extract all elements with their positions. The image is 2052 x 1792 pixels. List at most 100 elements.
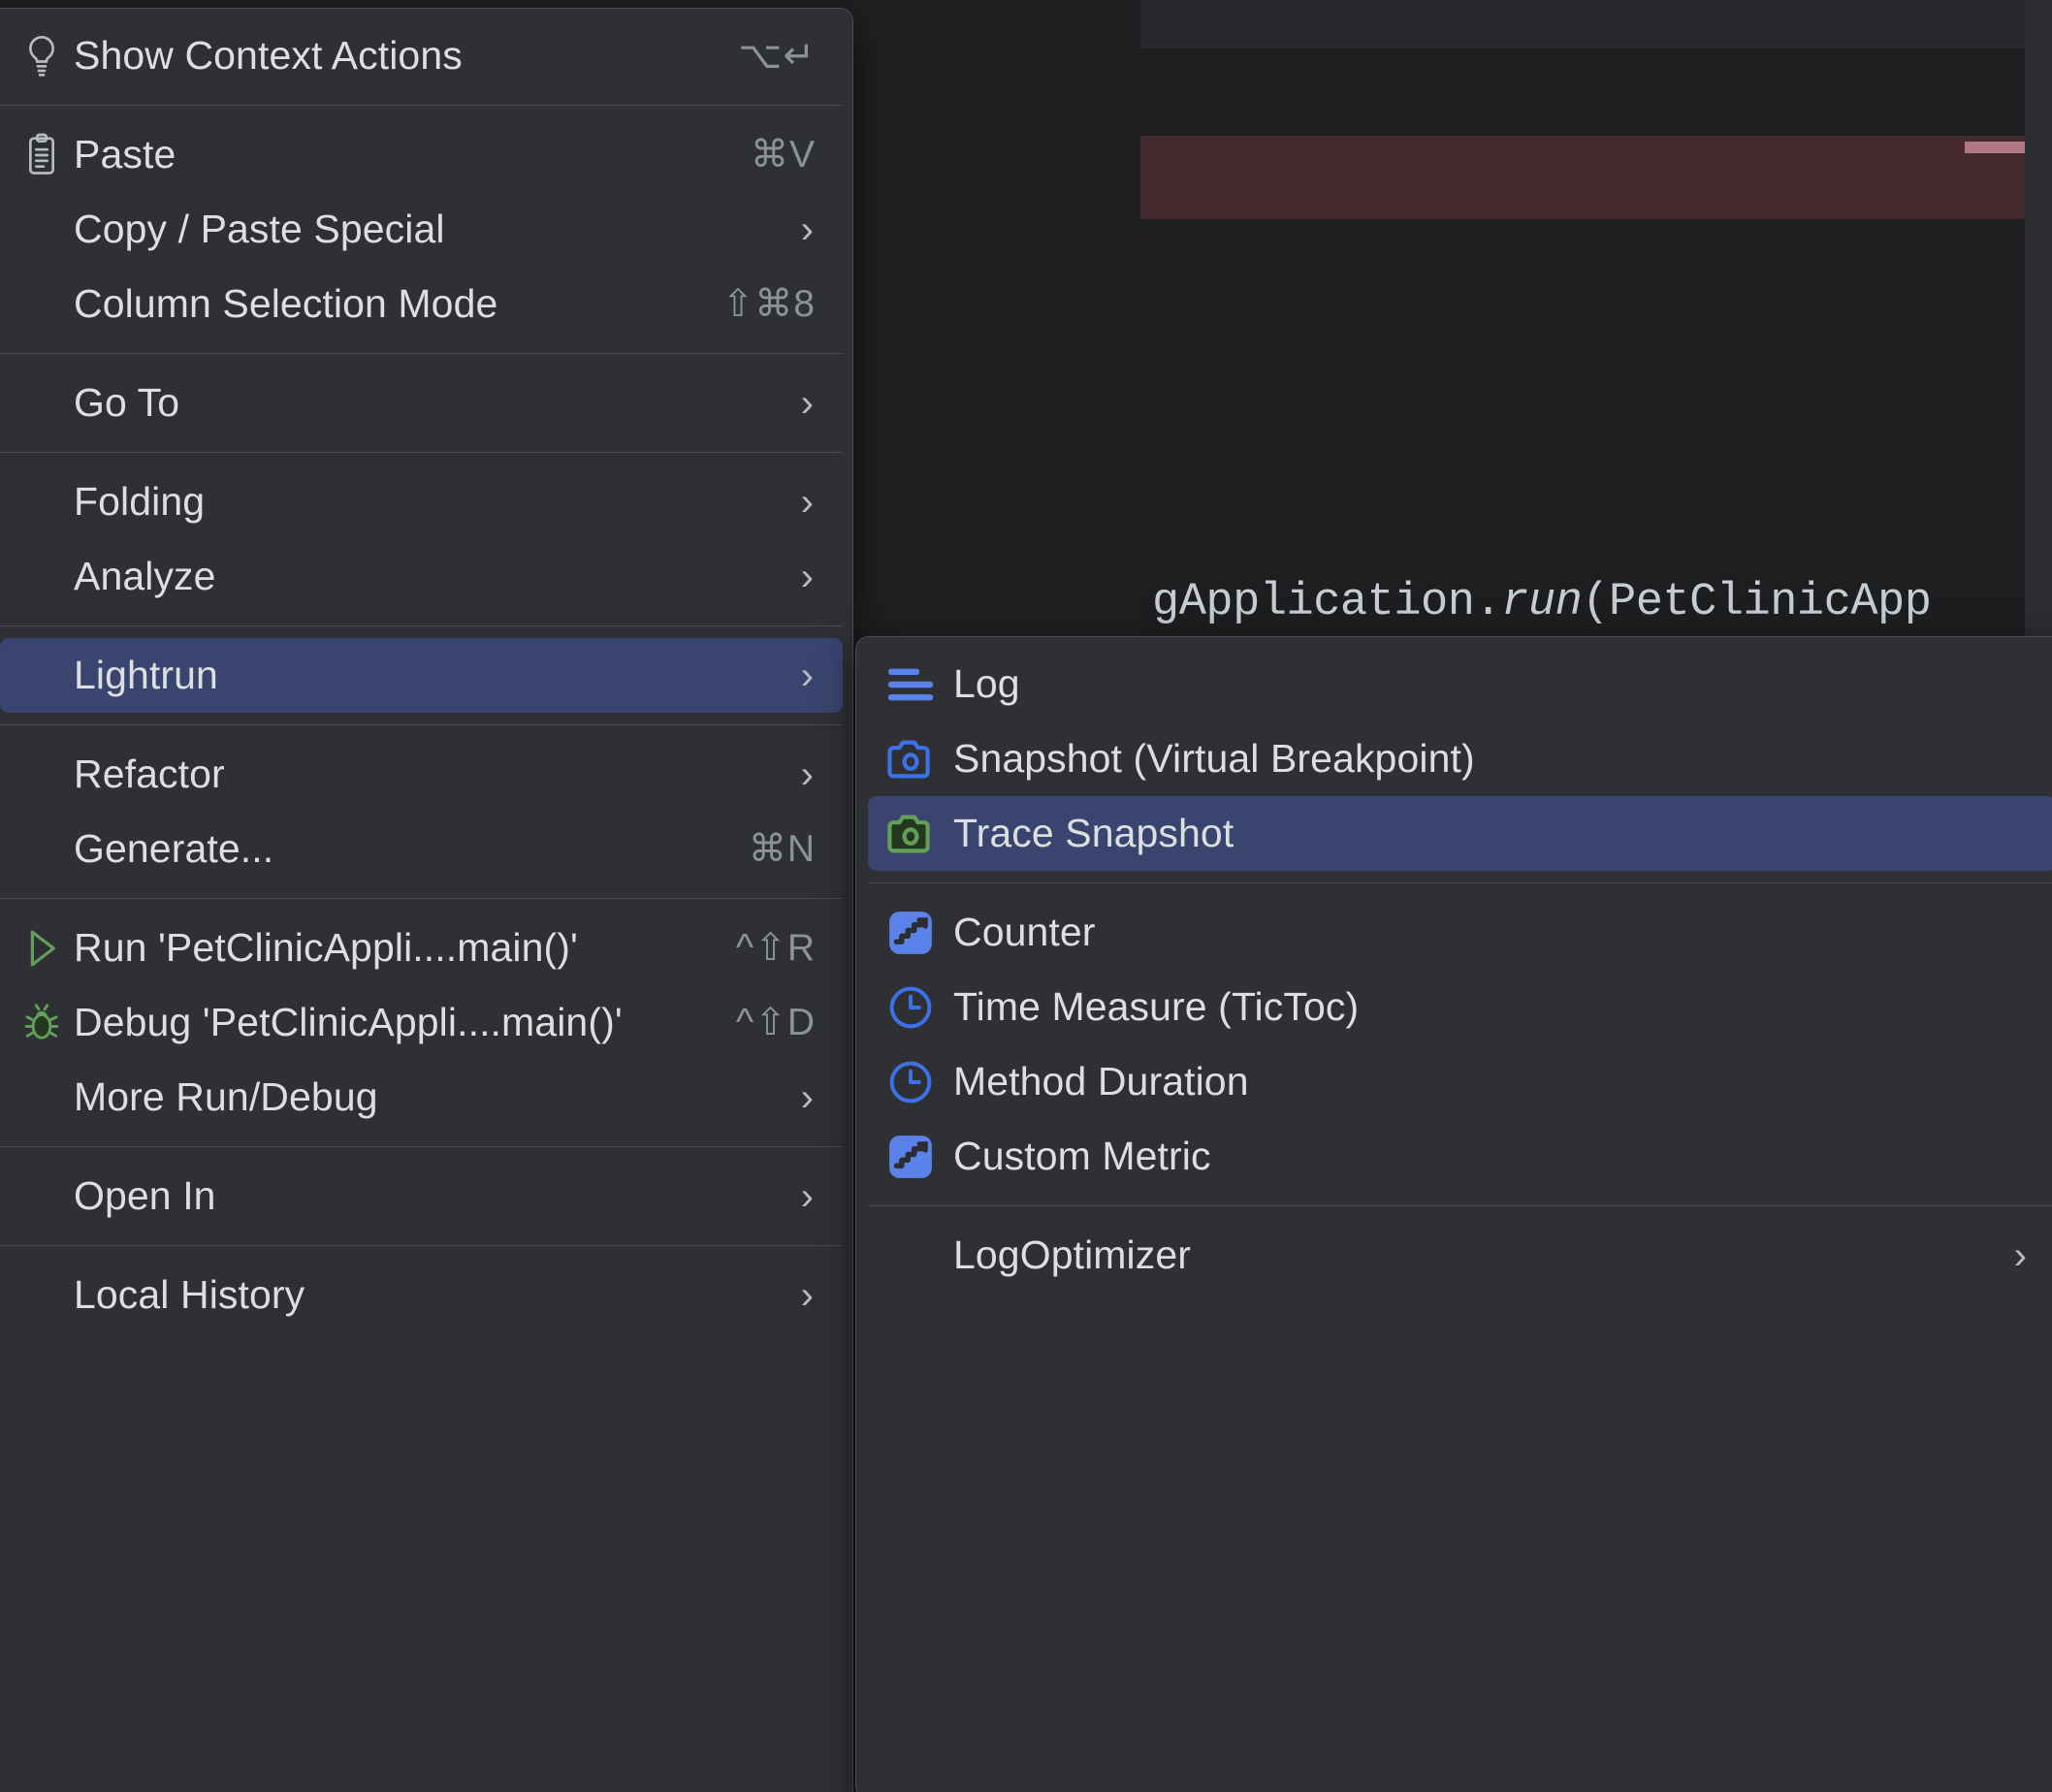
counter-metric-icon	[882, 1131, 940, 1183]
chevron-right-icon: ›	[801, 755, 821, 794]
no-icon	[16, 650, 68, 702]
menu-item-shortcut: ⌘V	[751, 133, 821, 176]
menu-item-snapshot-virtual-breakpoint[interactable]: Snapshot (Virtual Breakpoint)	[868, 721, 2052, 796]
menu-item-label: Snapshot (Virtual Breakpoint)	[953, 736, 1475, 782]
chevron-right-icon: ›	[801, 1177, 821, 1216]
menu-item-label: Log	[953, 661, 1020, 707]
chevron-right-icon: ›	[801, 1276, 821, 1315]
chevron-right-icon: ›	[801, 1078, 821, 1117]
clock-icon	[882, 981, 940, 1034]
menu-item-label: Go To	[74, 380, 179, 426]
menu-item-counter[interactable]: Counter	[868, 895, 2052, 970]
menu-item-label: Show Context Actions	[74, 33, 463, 79]
no-icon	[16, 476, 68, 528]
chevron-right-icon: ›	[801, 384, 821, 423]
menu-item-debug-petclinicappli-main[interactable]: Debug 'PetClinicAppli....main()' ^⇧D	[0, 985, 843, 1060]
menu-separator	[0, 625, 843, 626]
menu-item-label: Trace Snapshot	[953, 811, 1234, 856]
chevron-right-icon: ›	[801, 210, 821, 249]
menu-item-folding[interactable]: Folding ›	[0, 464, 843, 539]
menu-separator	[868, 1205, 2052, 1206]
menu-item-label: Generate...	[74, 826, 273, 872]
chevron-right-icon: ›	[801, 483, 821, 522]
menu-item-more-run-debug[interactable]: More Run/Debug ›	[0, 1060, 843, 1135]
code-suffix: (PetClinicApp	[1582, 577, 1931, 628]
menu-item-run-petclinicappli-main[interactable]: Run 'PetClinicAppli....main()' ^⇧R	[0, 911, 843, 985]
editor-error-line-highlight	[1140, 136, 2052, 219]
menu-separator	[0, 353, 843, 354]
menu-item-shortcut: ⌘N	[749, 827, 821, 871]
code-prefix: gApplication.	[1152, 577, 1501, 628]
menu-item-go-to[interactable]: Go To ›	[0, 366, 843, 440]
no-icon	[16, 551, 68, 603]
clock-icon	[882, 1056, 940, 1108]
menu-item-label: Local History	[74, 1272, 305, 1318]
menu-separator	[0, 724, 843, 725]
menu-item-logoptimizer[interactable]: LogOptimizer ›	[868, 1218, 2052, 1293]
menu-item-label: Counter	[953, 910, 1096, 955]
menu-item-label: Paste	[74, 132, 176, 177]
menu-item-analyze[interactable]: Analyze›	[0, 539, 843, 614]
camera-blue-icon	[882, 733, 940, 785]
menu-item-label: Method Duration	[953, 1059, 1249, 1104]
menu-item-label: Column Selection Mode	[74, 281, 497, 327]
menu-item-time-measure-tictoc[interactable]: Time Measure (TicToc)	[868, 970, 2052, 1044]
no-icon	[16, 278, 68, 331]
menu-item-paste[interactable]: Paste ⌘V	[0, 117, 843, 192]
menu-item-show-context-actions[interactable]: Show Context Actions ⌥↵	[0, 18, 843, 93]
debug-bug-icon	[16, 997, 68, 1049]
menu-item-lightrun[interactable]: Lightrun ›	[0, 638, 843, 713]
lightrun-submenu[interactable]: Log Snapshot (Virtual Breakpoint) Trace Sn…	[855, 636, 2052, 1792]
menu-item-label: Lightrun	[74, 653, 218, 698]
menu-item-label: Refactor	[74, 752, 225, 797]
menu-item-column-selection-mode[interactable]: Column Selection Mode ⇧⌘8	[0, 267, 843, 341]
clipboard-icon	[16, 129, 68, 181]
menu-item-copy-paste-special[interactable]: Copy / Paste Special ›	[0, 192, 843, 267]
menu-item-local-history[interactable]: Local History ›	[0, 1258, 843, 1332]
menu-item-refactor[interactable]: Refactor ›	[0, 737, 843, 812]
menu-item-label: Copy / Paste Special	[74, 207, 445, 252]
menu-item-label: Run 'PetClinicAppli....main()'	[74, 925, 578, 971]
menu-item-method-duration[interactable]: Method Duration	[868, 1044, 2052, 1119]
menu-item-label: More Run/Debug	[74, 1074, 378, 1120]
menu-item-shortcut: ⇧⌘8	[722, 282, 821, 326]
editor-context-menu[interactable]: Show Context Actions ⌥↵ Paste ⌘V Copy / Past…	[0, 8, 853, 1792]
menu-item-shortcut: ^⇧R	[736, 926, 821, 970]
editor-top-strip	[1140, 0, 2052, 48]
chevron-right-icon: ›	[801, 656, 821, 695]
menu-separator	[0, 1146, 843, 1147]
no-icon	[882, 1230, 940, 1282]
no-icon	[16, 1072, 68, 1124]
menu-item-generate[interactable]: Generate... ⌘N	[0, 812, 843, 886]
menu-separator	[0, 105, 843, 106]
menu-item-shortcut: ^⇧D	[736, 1001, 821, 1044]
no-icon	[16, 204, 68, 256]
menu-item-label: Time Measure (TicToc)	[953, 984, 1359, 1030]
menu-separator	[868, 882, 2052, 883]
no-icon	[16, 749, 68, 801]
chevron-right-icon: ›	[2014, 1236, 2035, 1275]
no-icon	[16, 377, 68, 430]
menu-separator	[0, 452, 843, 453]
menu-item-label: Open In	[74, 1173, 216, 1219]
code-line-text: gApplication.run(PetClinicApp	[1152, 577, 1931, 628]
menu-item-trace-snapshot[interactable]: Trace Snapshot	[868, 796, 2052, 871]
menu-item-label: Folding	[74, 479, 205, 525]
menu-item-label: Debug 'PetClinicAppli....main()'	[74, 1000, 623, 1045]
menu-item-label: Analyze	[74, 554, 216, 599]
no-icon	[16, 1170, 68, 1223]
menu-separator	[0, 898, 843, 899]
menu-separator	[0, 1245, 843, 1246]
camera-green-icon	[882, 808, 940, 860]
menu-item-open-in[interactable]: Open In ›	[0, 1159, 843, 1233]
lightbulb-icon	[16, 30, 68, 82]
menu-item-log[interactable]: Log	[868, 647, 2052, 721]
menu-item-label: Custom Metric	[953, 1134, 1211, 1179]
menu-item-label: LogOptimizer	[953, 1232, 1191, 1278]
menu-item-shortcut: ⌥↵	[738, 34, 821, 78]
menu-item-custom-metric[interactable]: Custom Metric	[868, 1119, 2052, 1194]
run-play-icon	[16, 922, 68, 975]
counter-metric-icon	[882, 907, 940, 959]
code-italic-method: run	[1501, 577, 1582, 628]
screen-root: gApplication.run(PetClinicApp Show Conte…	[0, 0, 2052, 1792]
